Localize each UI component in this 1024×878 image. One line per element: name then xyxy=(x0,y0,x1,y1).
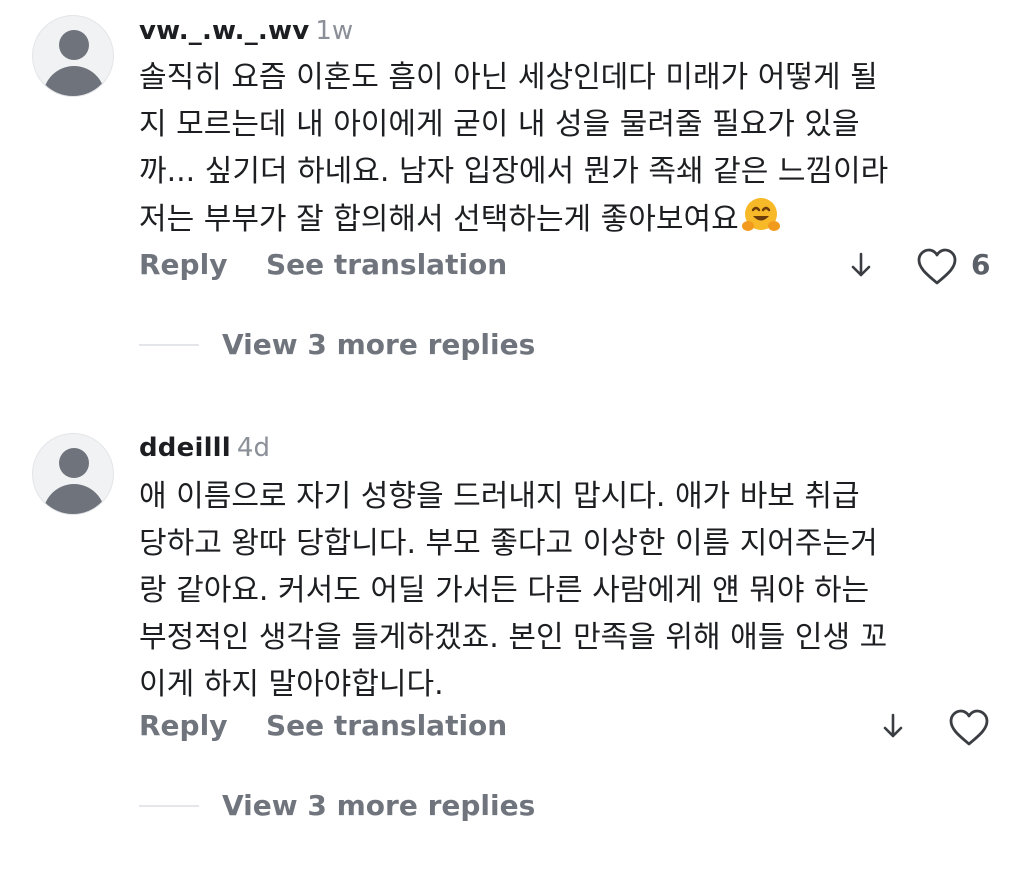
username[interactable]: ddeilll xyxy=(139,433,231,463)
username[interactable]: vw._.w._.wv xyxy=(139,16,309,46)
comment-line: 까... 싶기더 하네요. 남자 입장에서 뭔가 족쇄 같은 느낌이라 xyxy=(139,154,889,189)
view-more-replies-label: View 3 more replies xyxy=(222,328,536,361)
see-translation-button[interactable]: See translation xyxy=(266,245,507,285)
replies-divider xyxy=(139,805,199,807)
comment-header: ddeilll 4d xyxy=(139,430,270,466)
avatar-head xyxy=(59,448,89,478)
replies-divider xyxy=(139,344,199,346)
comment-line: 이게 하지 말아야합니다. xyxy=(139,667,444,702)
reply-button[interactable]: Reply xyxy=(139,706,227,746)
avatar[interactable] xyxy=(32,15,114,97)
comment-line: 랑 같아요. 커서도 어딜 가서든 다른 사람에게 얜 뭐야 하는 xyxy=(139,573,870,608)
avatar[interactable] xyxy=(32,433,114,515)
like-heart-icon[interactable] xyxy=(915,247,959,287)
timestamp: 4d xyxy=(236,433,270,463)
like-heart-icon[interactable] xyxy=(947,708,991,748)
downvote-icon[interactable] xyxy=(845,249,877,281)
comment-line: 지 모르는데 내 아이에게 굳이 내 성을 물려줄 필요가 있을 xyxy=(139,107,860,142)
reply-button[interactable]: Reply xyxy=(139,245,227,285)
avatar-shoulders xyxy=(43,66,105,96)
comment-line: 애 이름으로 자기 성향을 드러내지 맙시다. 애가 바보 취급 xyxy=(139,479,860,514)
like-count: 6 xyxy=(971,248,991,281)
comment-actions: Reply See translation 6 xyxy=(139,245,1024,285)
comment-header: vw._.w._.wv 1w xyxy=(139,13,353,49)
hugging-face-emoji xyxy=(741,195,781,235)
comment-line: 솔직히 요즘 이혼도 흠이 아닌 세상인데다 미래가 어떻게 될 xyxy=(139,60,878,95)
comment-actions: Reply See translation xyxy=(139,706,1024,746)
view-more-replies-label: View 3 more replies xyxy=(222,789,536,822)
comment-line: 부정적인 생각을 들게하겠죠. 본인 만족을 위해 애들 인생 꼬 xyxy=(139,620,888,655)
downvote-icon[interactable] xyxy=(877,710,909,742)
avatar-head xyxy=(59,30,89,60)
avatar-shoulders xyxy=(43,484,105,514)
timestamp: 1w xyxy=(315,16,354,46)
comment-line-text: 저는 부부가 잘 합의해서 선택하는게 좋아보여요 xyxy=(139,202,739,237)
comment-body: 솔직히 요즘 이혼도 흠이 아닌 세상인데다 미래가 어떻게 될 지 모르는데 … xyxy=(139,54,999,242)
comment-line-last: 저는 부부가 잘 합의해서 선택하는게 좋아보여요 xyxy=(139,195,999,242)
comment-body: 애 이름으로 자기 성향을 드러내지 맙시다. 애가 바보 취급 당하고 왕따 … xyxy=(139,473,999,708)
comment-line: 당하고 왕따 당합니다. 부모 좋다고 이상한 이름 지어주는거 xyxy=(139,526,878,561)
see-translation-button[interactable]: See translation xyxy=(266,706,507,746)
